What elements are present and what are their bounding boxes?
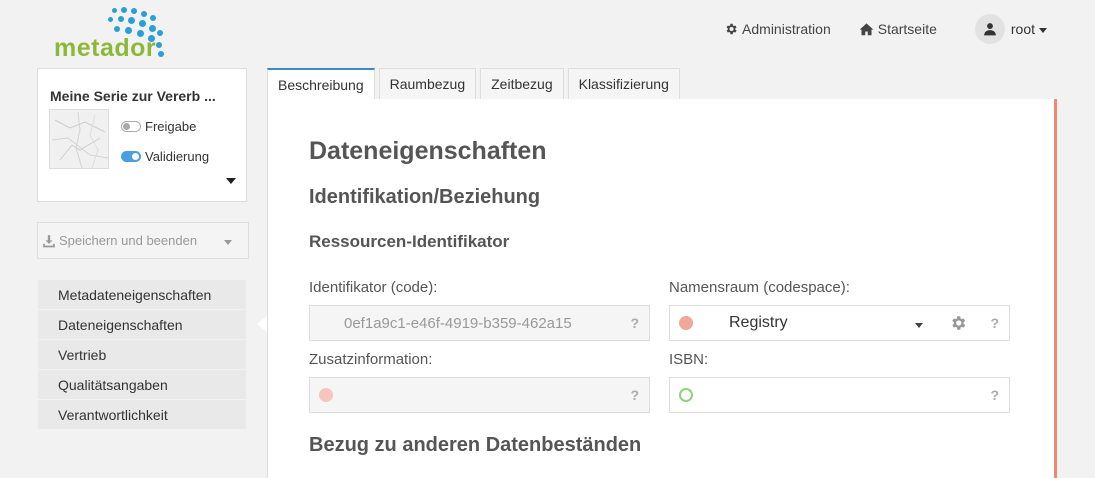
administration-label: Administration — [742, 21, 831, 37]
sidebar-menu: Metadateneigenschaften Dateneigenschafte… — [38, 280, 246, 430]
additional-info-label: Zusatzinformation: — [309, 351, 433, 368]
additional-info-field[interactable]: ? — [309, 377, 650, 413]
sidebar-item-dateneigenschaften[interactable]: Dateneigenschaften — [38, 310, 246, 340]
sidebar-item-metadateneigenschaften[interactable]: Metadateneigenschaften — [38, 280, 246, 310]
toggle-switch[interactable] — [121, 121, 141, 132]
tab-zeitbezug[interactable]: Zeitbezug — [480, 68, 564, 99]
identifier-value: 0ef1a9c1-e46f-4919-b359-462a15 — [344, 314, 572, 332]
toggle-switch[interactable] — [121, 151, 141, 162]
section-heading: Identifikation/Beziehung — [309, 186, 541, 208]
sidebar-item-label: Dateneigenschaften — [58, 316, 183, 333]
logo-text: metador — [54, 34, 157, 62]
user-menu[interactable]: root — [974, 14, 1047, 44]
tab-label: Raumbezug — [389, 76, 466, 92]
sidebar-item-label: Vertrieb — [58, 346, 107, 363]
sidebar-item-vertrieb[interactable]: Vertrieb — [38, 340, 246, 370]
valid-indicator-icon — [679, 388, 693, 402]
metador-logo[interactable]: metador — [52, 4, 182, 62]
tab-raumbezug[interactable]: Raumbezug — [378, 68, 477, 99]
help-icon[interactable]: ? — [630, 315, 639, 331]
tab-label: Beschreibung — [278, 77, 364, 93]
help-icon[interactable]: ? — [990, 387, 999, 403]
user-icon — [984, 23, 996, 36]
map-thumbnail — [49, 109, 109, 169]
tab-klassifizierung[interactable]: Klassifizierung — [567, 68, 680, 99]
help-icon[interactable]: ? — [630, 387, 639, 403]
help-icon[interactable]: ? — [990, 315, 999, 331]
save-and-close-button[interactable]: Speichern und beenden — [37, 222, 249, 259]
freigabe-toggle[interactable]: Freigabe — [121, 119, 196, 134]
administration-link[interactable]: Administration — [724, 21, 831, 37]
gear-icon[interactable] — [949, 314, 967, 336]
identifier-field[interactable]: 0ef1a9c1-e46f-4919-b359-462a15 ? — [309, 305, 650, 341]
save-and-close-label: Speichern und beenden — [59, 233, 198, 248]
content-panel: Dateneigenschaften Identifikation/Bezieh… — [267, 99, 1057, 478]
identifier-label: Identifikator (code): — [309, 279, 438, 296]
tab-label: Klassifizierung — [578, 76, 669, 92]
subsection-heading: Ressourcen-Identifikator — [309, 232, 510, 251]
top-nav: Administration Startseite root — [696, 14, 1047, 44]
namespace-value: Registry — [729, 314, 788, 331]
download-icon — [43, 234, 55, 247]
tab-beschreibung[interactable]: Beschreibung — [267, 68, 375, 100]
chevron-down-icon[interactable] — [224, 240, 232, 245]
required-indicator-icon — [319, 388, 333, 402]
chevron-down-icon[interactable] — [915, 323, 923, 328]
series-card: Meine Serie zur Vererb ... Freigabe Vali… — [37, 68, 247, 202]
freigabe-label: Freigabe — [145, 119, 197, 134]
namespace-select[interactable]: Registry ? — [669, 305, 1010, 341]
user-name: root — [1010, 21, 1035, 37]
required-indicator-icon — [679, 316, 693, 330]
validierung-label: Validierung — [145, 149, 210, 164]
isbn-label: ISBN: — [669, 351, 709, 368]
home-link[interactable]: Startseite — [859, 21, 937, 37]
tab-label: Zeitbezug — [491, 76, 553, 92]
home-icon — [859, 23, 874, 36]
gear-icon — [726, 23, 737, 35]
caret-down-icon[interactable] — [226, 178, 236, 184]
sidebar-item-qualitaetsangaben[interactable]: Qualitätsangaben — [38, 370, 246, 400]
sidebar-item-label: Qualitätsangaben — [58, 376, 168, 393]
sidebar-item-label: Verantwortlichkeit — [58, 406, 168, 423]
active-item-pointer — [257, 316, 267, 332]
validierung-toggle[interactable]: Validierung — [121, 149, 209, 164]
isbn-field[interactable]: ? — [669, 377, 1010, 413]
sidebar-item-label: Metadateneigenschaften — [58, 286, 212, 303]
tab-bar: Beschreibung Raumbezug Zeitbezug Klassif… — [267, 68, 684, 100]
series-title: Meine Serie zur Vererb ... — [50, 88, 216, 104]
sidebar-item-verantwortlichkeit[interactable]: Verantwortlichkeit — [38, 400, 246, 430]
avatar — [974, 14, 1005, 44]
namespace-label: Namensraum (codespace): — [669, 279, 850, 296]
page-title: Dateneigenschaften — [309, 137, 547, 165]
home-label: Startseite — [877, 21, 937, 37]
chevron-down-icon — [1039, 27, 1047, 33]
section-heading-related-data: Bezug zu anderen Datenbeständen — [309, 434, 642, 456]
